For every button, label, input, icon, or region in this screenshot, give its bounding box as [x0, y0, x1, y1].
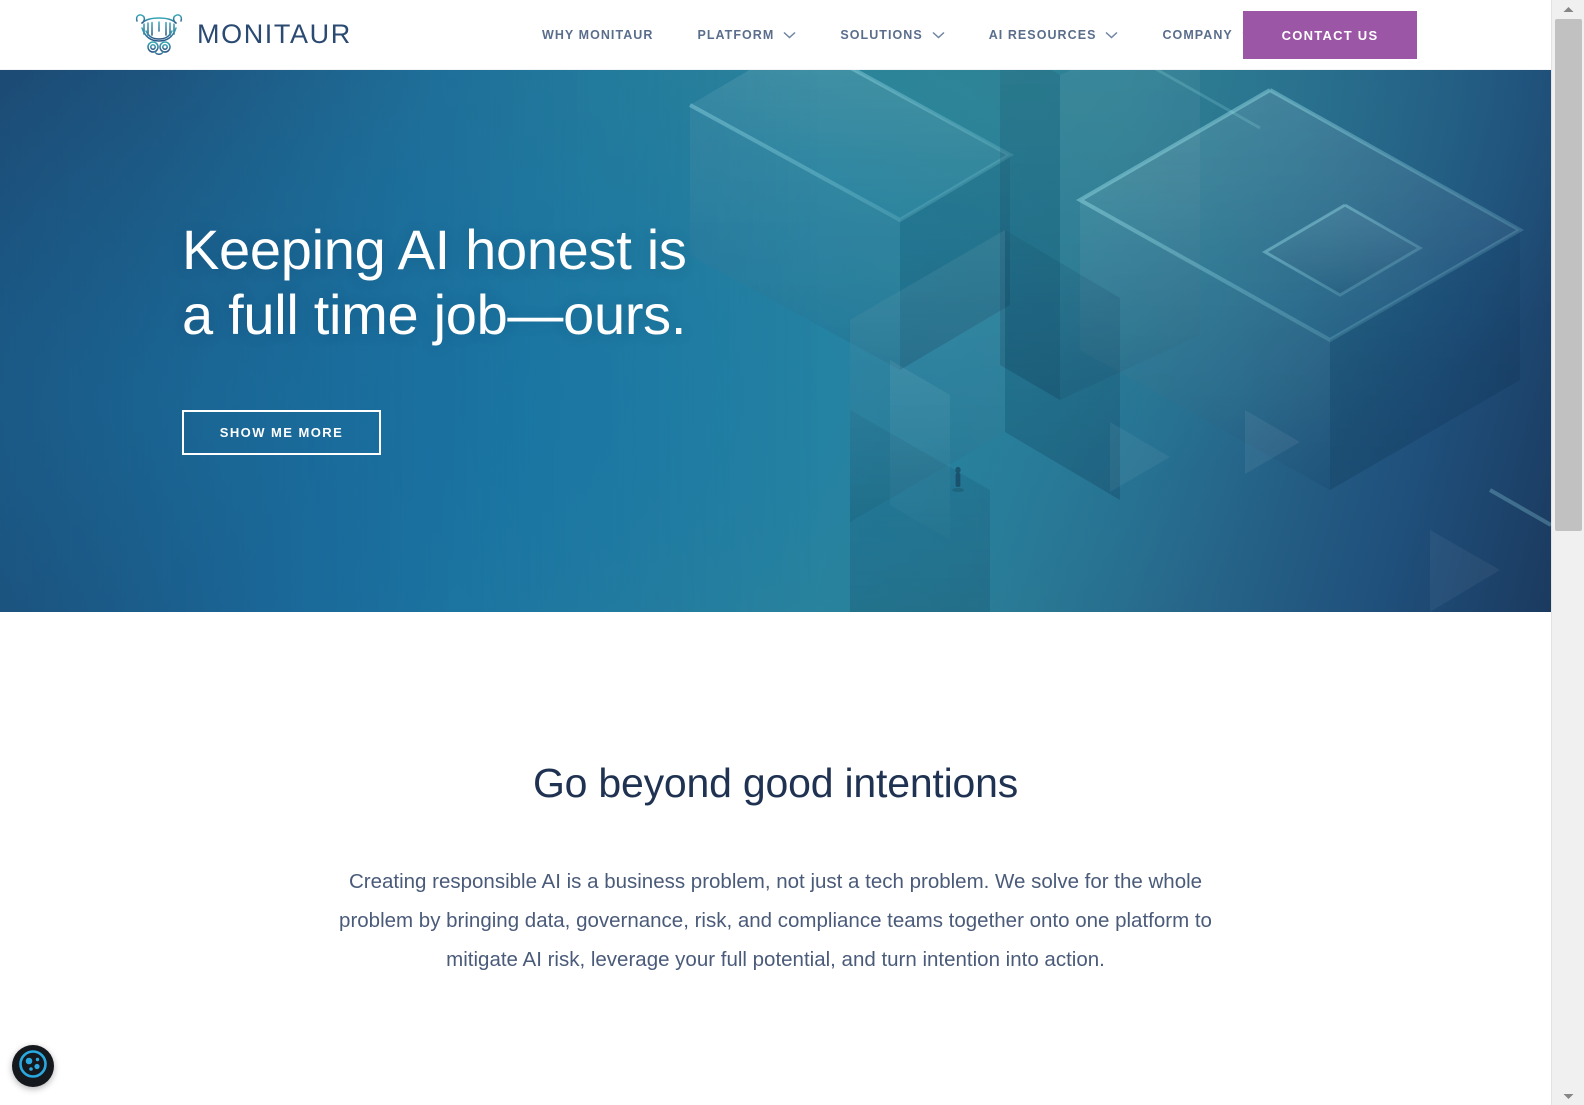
nav-item-label: WHY MONITAUR [542, 28, 654, 42]
chevron-down-icon [783, 28, 796, 42]
show-me-more-button[interactable]: SHOW ME MORE [182, 409, 381, 455]
scroll-down-arrow-icon[interactable] [1552, 1087, 1584, 1105]
nav-item-platform[interactable]: PLATFORM [675, 0, 818, 70]
brand-wordmark: MONITAUR [197, 18, 352, 49]
nav-item-why-monitaur[interactable]: WHY MONITAUR [520, 0, 675, 70]
vertical-scrollbar[interactable] [1551, 0, 1584, 1105]
minotaur-bull-logo-icon [131, 11, 187, 57]
main-navigation: WHY MONITAUR PLATFORM SOLUTIONS AI RESOU… [520, 0, 1277, 70]
nav-item-label: AI RESOURCES [988, 28, 1097, 42]
chevron-down-icon [1105, 28, 1118, 42]
hero-content: Keeping AI honest is a full time job—our… [182, 218, 687, 455]
chevron-down-icon [932, 28, 945, 42]
scrollbar-thumb[interactable] [1555, 19, 1582, 531]
nav-item-ai-resources[interactable]: AI RESOURCES [967, 0, 1141, 70]
section-heading: Go beyond good intentions [532, 760, 1019, 806]
go-beyond-section: Go beyond good intentions Creating respo… [0, 612, 1551, 980]
section-paragraph: Creating responsible AI is a business pr… [339, 870, 1212, 971]
contact-us-button[interactable]: CONTACT US [1243, 11, 1417, 59]
nav-item-label: SOLUTIONS [840, 28, 923, 42]
cookie-consent-icon [18, 1049, 48, 1084]
nav-item-label: COMPANY [1162, 28, 1233, 42]
hero-headline-line-2: a full time job—ours. [182, 282, 687, 346]
brand-logo-link[interactable]: MONITAUR [131, 11, 352, 57]
scroll-up-arrow-icon[interactable] [1552, 0, 1584, 18]
site-header: MONITAUR WHY MONITAUR PLATFORM SOLUTIONS… [0, 0, 1551, 70]
hero-headline-line-1: Keeping AI honest is [182, 218, 687, 281]
hero-headline: Keeping AI honest is a full time job—our… [182, 218, 687, 348]
cookie-consent-button[interactable] [12, 1045, 54, 1087]
nav-item-solutions[interactable]: SOLUTIONS [818, 0, 966, 70]
nav-item-label: PLATFORM [697, 28, 775, 42]
hero-banner: Keeping AI honest is a full time job—our… [0, 70, 1551, 612]
browser-viewport: MONITAUR WHY MONITAUR PLATFORM SOLUTIONS… [0, 0, 1551, 1105]
